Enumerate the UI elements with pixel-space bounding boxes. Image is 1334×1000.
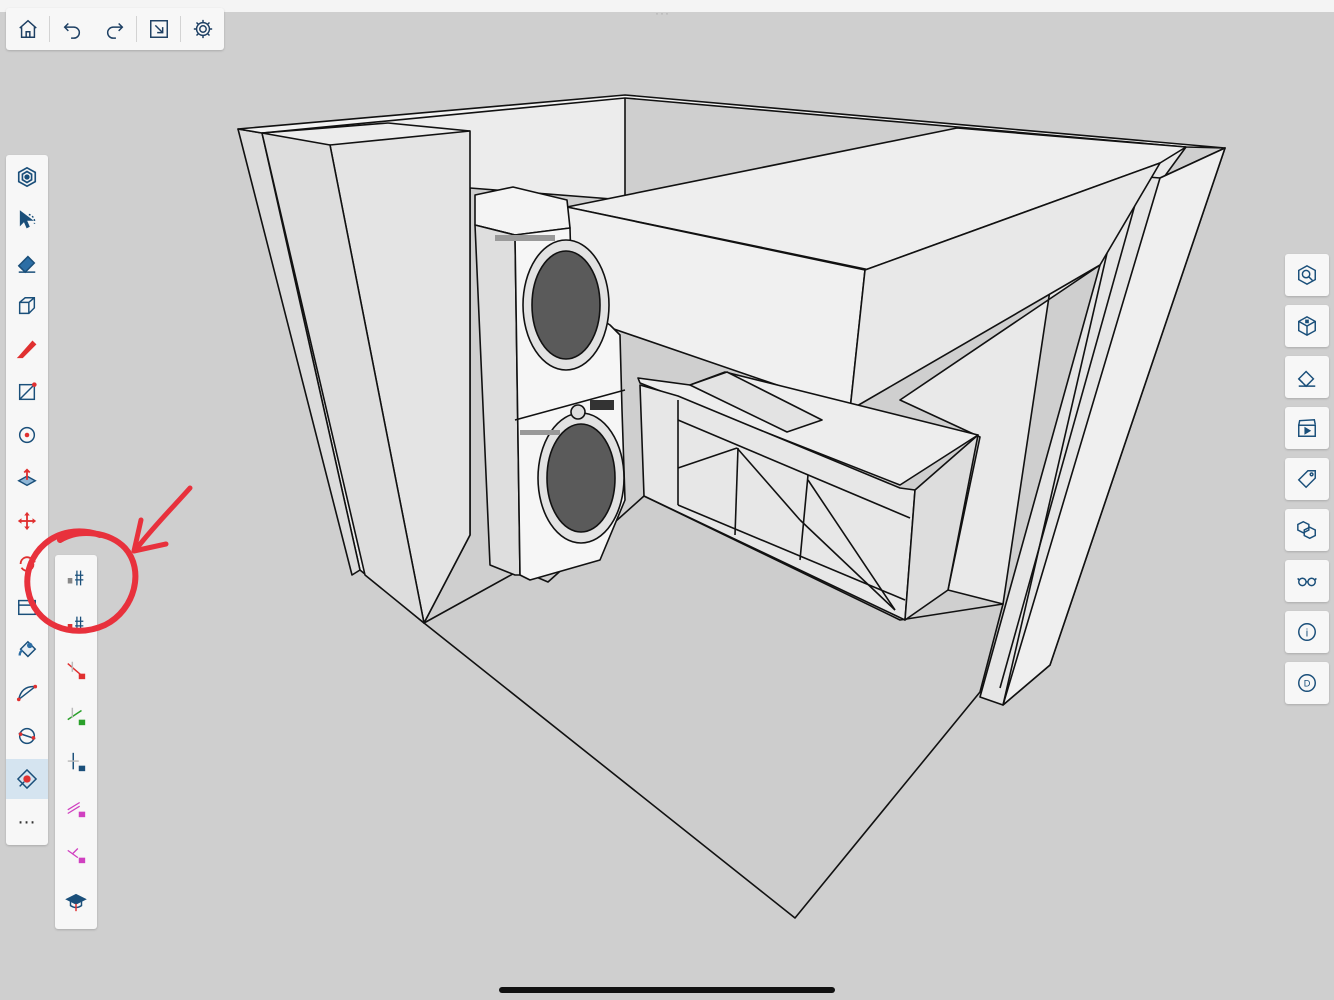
tool-paint-bucket[interactable] (6, 630, 48, 670)
select-tool-icon (19, 210, 36, 229)
flyout-learn[interactable] (55, 881, 97, 923)
more-tools-label: ⋯ (17, 812, 37, 832)
home-icon (18, 19, 37, 38)
learn-cap-icon (65, 893, 87, 912)
dimension-icon: D (1298, 674, 1316, 692)
tool-section-plane[interactable] (6, 587, 48, 627)
arc-tool-icon (16, 684, 38, 702)
tool-snap[interactable] (6, 759, 48, 799)
scenes-clapper-icon (1298, 418, 1316, 437)
export-icon (149, 20, 168, 38)
orbit-tool-icon (18, 727, 36, 745)
green-axis-lock-icon (67, 707, 86, 726)
flyout-red-axis-lock[interactable] (55, 649, 97, 691)
settings-button[interactable] (181, 8, 224, 50)
redo-button[interactable] (93, 8, 136, 50)
flyout-parallel-lock[interactable] (55, 787, 97, 829)
component-box-icon (18, 297, 36, 315)
flyout-blue-axis-lock[interactable] (55, 741, 97, 783)
export-button[interactable] (137, 8, 180, 50)
snap-tool-icon (16, 768, 38, 790)
flyout-perpendicular-lock[interactable] (55, 833, 97, 875)
flyout-grid-snap[interactable] (55, 557, 97, 599)
info-icon: i (1298, 623, 1316, 641)
panel-materials-button[interactable] (1285, 356, 1329, 398)
circle-tool-icon (18, 426, 36, 444)
panel-outliner-button[interactable] (1285, 509, 1329, 551)
model-viewport[interactable] (0, 0, 1334, 1000)
tool-select[interactable] (6, 200, 48, 240)
grid-snap-icon (67, 570, 84, 586)
settings-gear-icon (193, 19, 212, 39)
panel-scenes-button[interactable] (1285, 407, 1329, 449)
display-glasses-icon (1297, 577, 1317, 587)
panel-display-button[interactable] (1285, 560, 1329, 602)
components-cube-icon (1298, 315, 1316, 337)
outliner-boxes-icon (1297, 520, 1316, 540)
tool-arc[interactable] (6, 673, 48, 713)
rectangle-tool-icon (18, 382, 37, 401)
section-plane-icon (18, 599, 36, 616)
red-axis-lock-icon (67, 661, 86, 680)
undo-icon (63, 22, 80, 39)
tool-view-cube[interactable] (6, 157, 48, 197)
pencil-line-icon (16, 340, 37, 359)
home-button[interactable] (6, 8, 49, 50)
tool-rectangle[interactable] (6, 372, 48, 412)
tool-orbit[interactable] (6, 716, 48, 756)
grid-snap-off-icon (67, 616, 84, 632)
svg-text:D: D (1304, 679, 1311, 689)
panel-components-button[interactable] (1285, 305, 1329, 347)
parallel-lock-icon (67, 801, 86, 818)
tool-line[interactable] (6, 329, 48, 369)
tool-push-pull[interactable] (6, 458, 48, 498)
home-indicator[interactable] (499, 987, 835, 993)
view-cube-icon (17, 166, 37, 188)
tool-make-component[interactable] (6, 286, 48, 326)
snap-flyout-menu (55, 555, 97, 929)
tool-rotate[interactable] (6, 544, 48, 584)
push-pull-icon (17, 468, 37, 487)
panel-info-button[interactable]: i (1285, 611, 1329, 653)
undo-button[interactable] (50, 8, 93, 50)
paint-bucket-icon (18, 640, 37, 658)
flyout-green-axis-lock[interactable] (55, 695, 97, 737)
rotate-tool-icon (19, 554, 36, 572)
eraser-icon (17, 255, 36, 274)
flyout-grid-snap-off[interactable] (55, 603, 97, 645)
panel-tags-button[interactable] (1285, 458, 1329, 500)
redo-icon (106, 22, 123, 39)
perpendicular-lock-icon (67, 848, 86, 864)
tags-icon (1297, 470, 1316, 489)
right-panel-toolbar: i D (1285, 254, 1329, 704)
blue-axis-lock-icon (67, 752, 86, 772)
materials-eraser-icon (1297, 370, 1316, 388)
top-toolbar (6, 8, 224, 50)
more-tools-button[interactable]: ⋯ (6, 802, 48, 842)
tool-circle[interactable] (6, 415, 48, 455)
panel-search-button[interactable] (1285, 254, 1329, 296)
tool-move[interactable] (6, 501, 48, 541)
svg-text:i: i (1306, 628, 1308, 640)
panel-dimension-button[interactable]: D (1285, 662, 1329, 704)
move-tool-icon (17, 511, 37, 531)
left-tool-palette: ⋯ (6, 155, 48, 845)
tool-eraser[interactable] (6, 243, 48, 283)
search-3d-icon (1298, 264, 1316, 286)
